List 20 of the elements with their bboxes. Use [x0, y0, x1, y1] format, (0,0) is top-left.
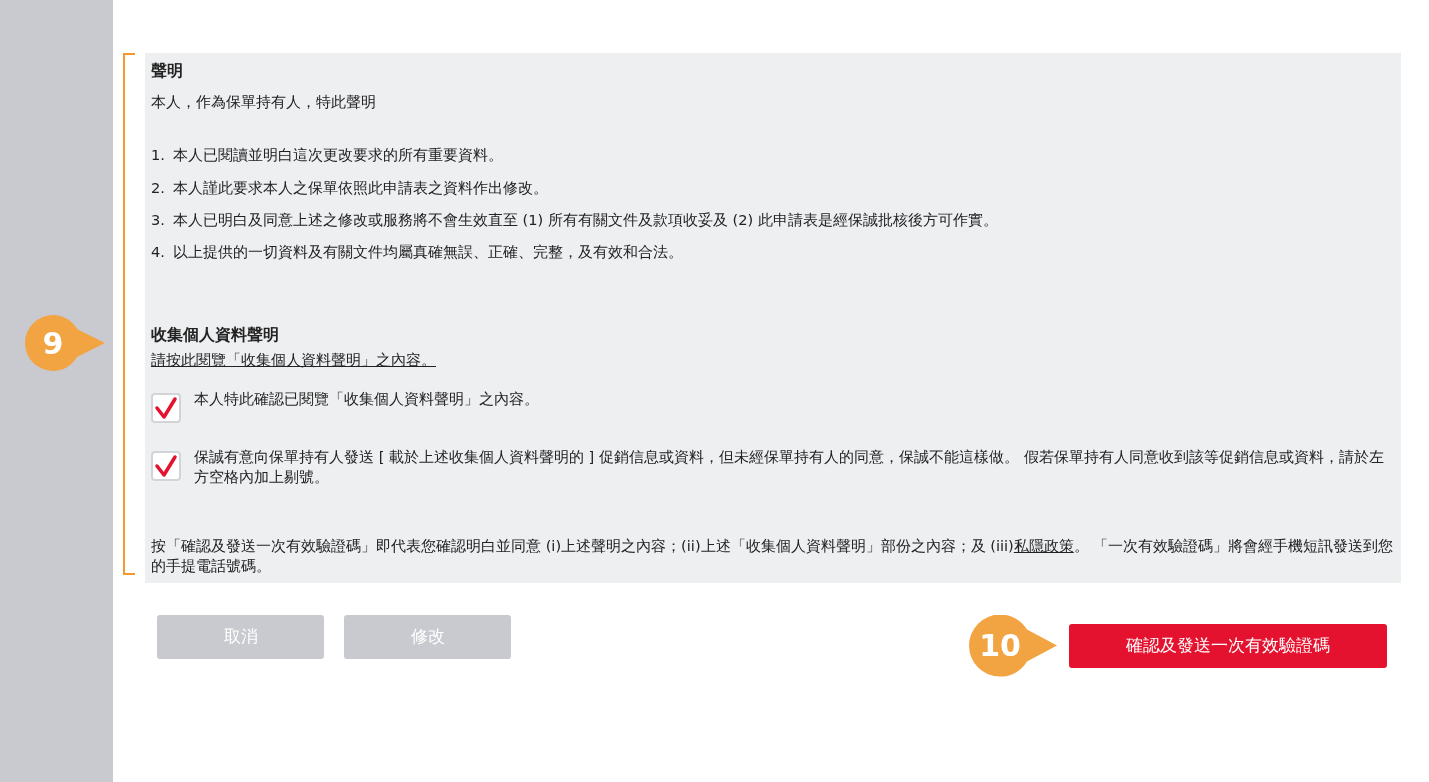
item-number: 3.: [151, 209, 165, 230]
checkbox-label: 保誠有意向保單持有人發送 [ 載於上述收集個人資料聲明的 ] 促銷信息或資料，但未經保單持有人的同意，保誠不能這樣做。 假若保單持有人同意收到該等促銷信息或資料，請於左方空格內加上剔號。: [194, 446, 1385, 488]
declaration-item-text: 本人已明白及同意上述之修改或服務將不會生效直至 (1) 所有有關文件及款項收妥及 (2) 此申請表是經保誠批核後方可作實。: [172, 209, 998, 230]
callout-marker: 10: [969, 614, 1057, 677]
declaration-item-text: 本人謹此要求本人之保單依照此申請表之資料作出修改。: [172, 177, 548, 198]
declaration-item-text: 本人已閱讀並明白這次更改要求的所有重要資料。: [172, 145, 503, 166]
section-title: 聲明: [151, 61, 184, 82]
checkbox-label: 本人特此確認已閱覽「收集個人資料聲明」之內容。: [194, 388, 539, 409]
item-number: 4.: [151, 242, 165, 263]
section-title: 收集個人資料聲明: [151, 324, 280, 346]
checkbox[interactable]: [151, 450, 181, 481]
intro-text: 本人，作為保單持有人，特此聲明: [151, 91, 377, 112]
privacy-policy-link[interactable]: 私隱政策: [1013, 536, 1074, 554]
pics-link[interactable]: 請按此閱覽「收集個人資料聲明」之內容。: [151, 350, 436, 371]
declaration-item-text: 以上提供的一切資料及有關文件均屬真確無誤、正確、完整，及有效和合法。: [172, 242, 683, 263]
checkbox[interactable]: [151, 392, 181, 423]
consent-text: 按「確認及發送一次有效驗證碼」即代表您確認明白並同意 (i)上述聲明之內容；(ii)上述「收集個人資料聲明」部份之內容；及 (iii)私隱政策。 「一次有效驗證碼」將會經手機短訊發送到您的手提電話號碼。: [151, 535, 1395, 577]
item-number: 2.: [151, 177, 165, 198]
confirm-button[interactable]: 確認及發送一次有效驗證碼: [1069, 623, 1387, 668]
item-number: 1.: [151, 145, 165, 166]
